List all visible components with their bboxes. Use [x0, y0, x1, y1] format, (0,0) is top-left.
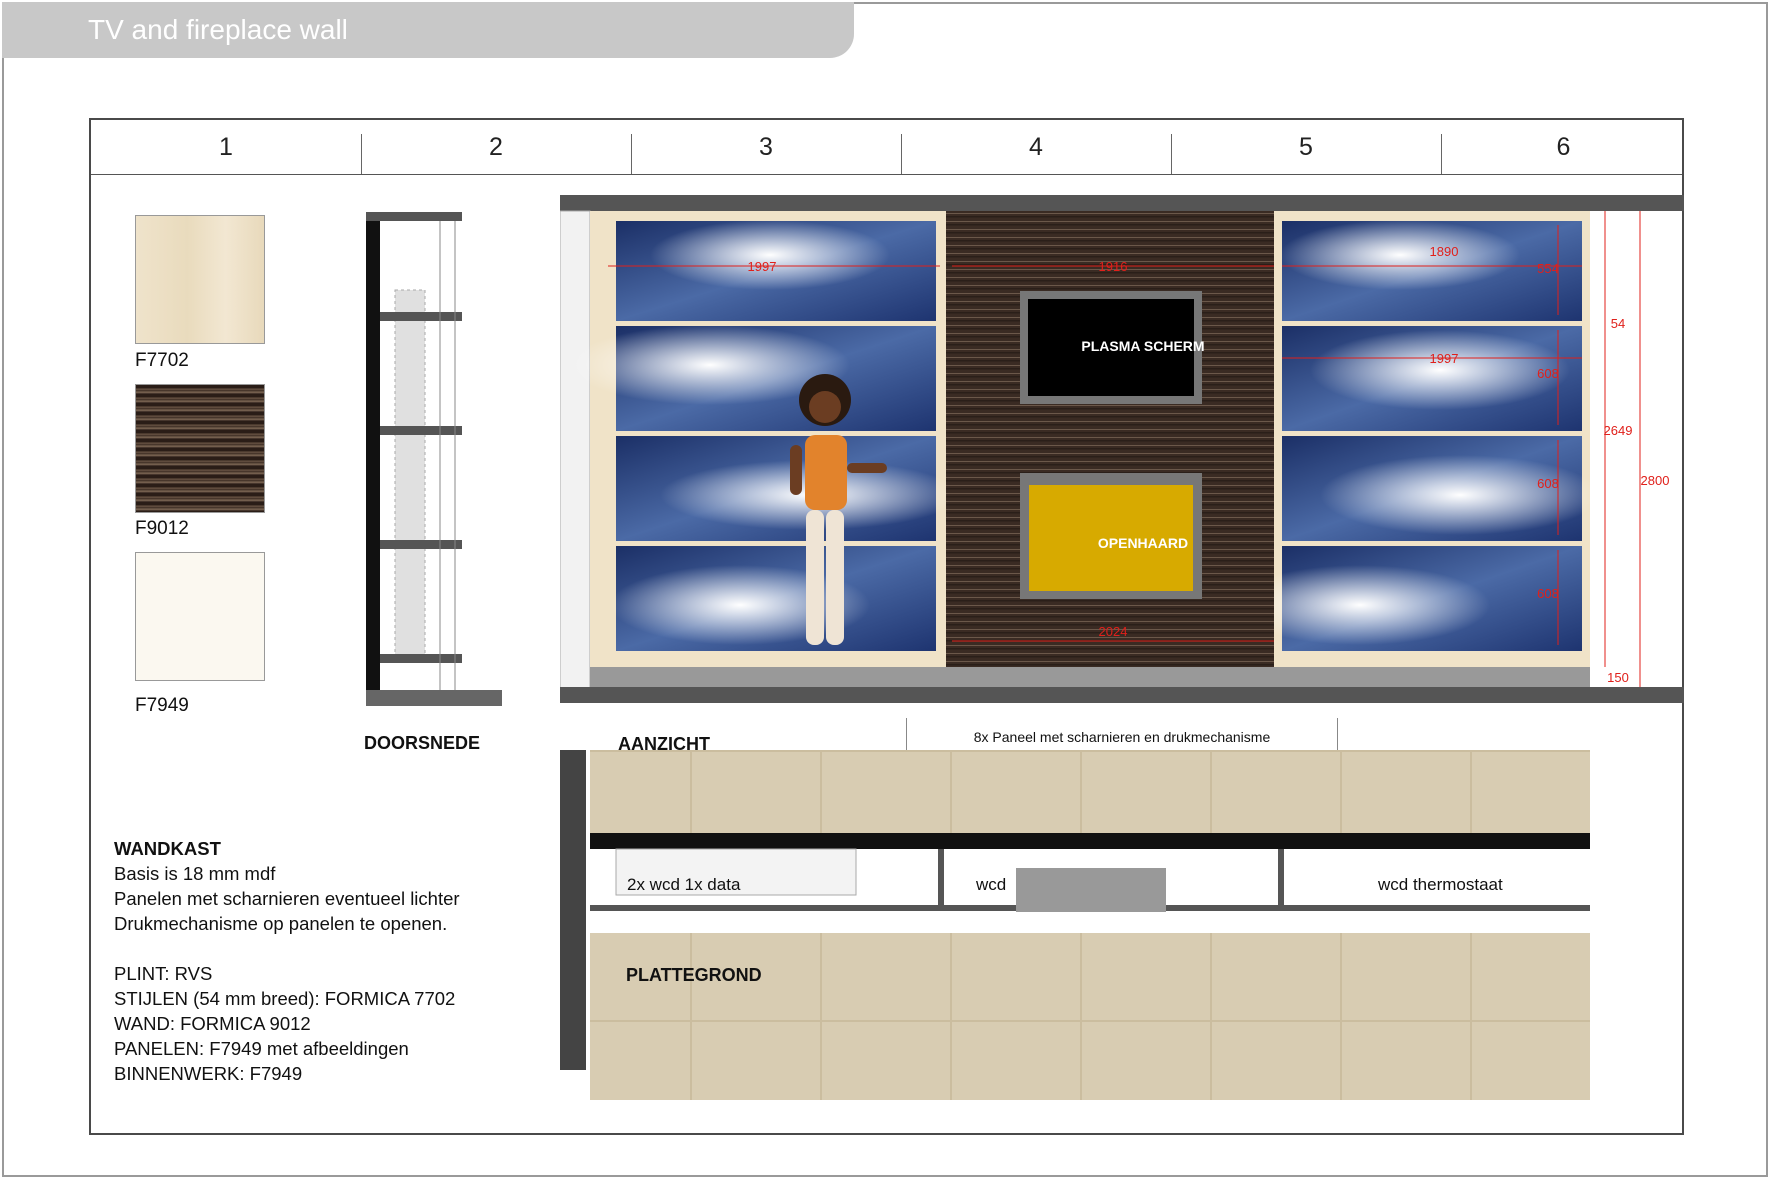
plan-mid-label: wcd	[976, 875, 1007, 894]
dim-w-left: 1997	[748, 259, 777, 274]
swatch-label-f7702: F7702	[135, 350, 189, 371]
section-panels	[394, 289, 426, 661]
section-wall	[366, 212, 380, 690]
dim-w-bottom: 2024	[1099, 624, 1128, 639]
notes-line: Drukmechanisme op panelen te openen.	[114, 913, 448, 934]
section-shelf	[380, 654, 462, 663]
plan-divider	[1278, 849, 1284, 911]
spec-line: PANELEN: F7949 met afbeeldingen	[114, 1038, 409, 1059]
grid-cell-2: 2	[489, 133, 503, 161]
section-top	[366, 212, 462, 221]
section-label: DOORSNEDE	[364, 733, 481, 753]
plan-label: PLATTEGROND	[626, 965, 762, 985]
notes-line: Basis is 18 mm mdf	[114, 863, 276, 884]
dim-h-554: 554	[1537, 261, 1559, 276]
title-tab: TV and fireplace wall	[2, 2, 854, 58]
section-shelf	[380, 426, 462, 435]
notes-heading: WANDKAST	[114, 838, 221, 859]
grid-cell-4: 4	[1029, 133, 1043, 161]
dim-h-608b: 608	[1537, 476, 1559, 491]
ceiling	[560, 195, 1684, 211]
tv-label: PLASMA SCHERM	[1081, 338, 1205, 354]
dim-h-608c: 608	[1537, 586, 1559, 601]
floor	[560, 687, 1684, 703]
side-column	[560, 210, 591, 692]
grid-cell-3: 3	[759, 133, 773, 161]
spec-line: BINNENWERK: F7949	[114, 1063, 303, 1084]
section-drawing	[366, 212, 502, 706]
grid-cell-6: 6	[1556, 133, 1571, 161]
grid-header: 1 2 3 4 5 6	[91, 120, 1682, 175]
elevation-drawing: 1997 1916 1890 1997 2024 554 54 608 608 …	[560, 195, 1684, 703]
plan-fireplace	[1016, 868, 1166, 912]
plinth	[590, 667, 1590, 687]
dim-h-54: 54	[1611, 316, 1625, 331]
swatch-label-f9012: F9012	[135, 518, 189, 539]
plan-wall	[590, 833, 1590, 849]
swatch-label-f7949: F7949	[135, 695, 189, 716]
spec-line: PLINT: RVS	[114, 963, 213, 984]
plan-column	[560, 750, 586, 1070]
dim-h-608a: 608	[1537, 366, 1559, 381]
notes-line: Panelen met scharnieren eventueel lichte…	[114, 888, 460, 909]
dim-w-mid: 1916	[1099, 259, 1128, 274]
dim-h-2649: 2649	[1604, 423, 1633, 438]
section-floor	[366, 690, 502, 706]
dim-h-150: 150	[1607, 670, 1629, 685]
dim-w-right: 1890	[1430, 244, 1459, 259]
notes-spacer	[114, 936, 460, 961]
plan-divider	[938, 849, 944, 911]
dim-w-right2: 1997	[1430, 351, 1459, 366]
swatch-f9012	[135, 384, 265, 513]
page-title: TV and fireplace wall	[88, 14, 348, 45]
plan-drawing	[560, 750, 1590, 1100]
spec-line: WAND: FORMICA 9012	[114, 1013, 311, 1034]
fireplace-label: OPENHAARD	[1097, 535, 1189, 551]
grid-cell-5: 5	[1299, 133, 1313, 161]
spec-line: STIJLEN (54 mm breed): FORMICA 7702	[114, 988, 456, 1009]
plan-left-label: 2x wcd 1x data	[627, 875, 741, 894]
section-shelf	[380, 540, 462, 549]
notes-block: WANDKAST Basis is 18 mm mdf Panelen met …	[114, 836, 460, 1086]
dim-h-2800: 2800	[1641, 473, 1670, 488]
swatch-f7702	[135, 215, 265, 344]
grid-cell-1: 1	[219, 133, 233, 161]
swatch-f7949	[135, 552, 265, 681]
section-shelf	[380, 312, 462, 321]
plan-right-label: wcd thermostaat	[1378, 875, 1503, 894]
